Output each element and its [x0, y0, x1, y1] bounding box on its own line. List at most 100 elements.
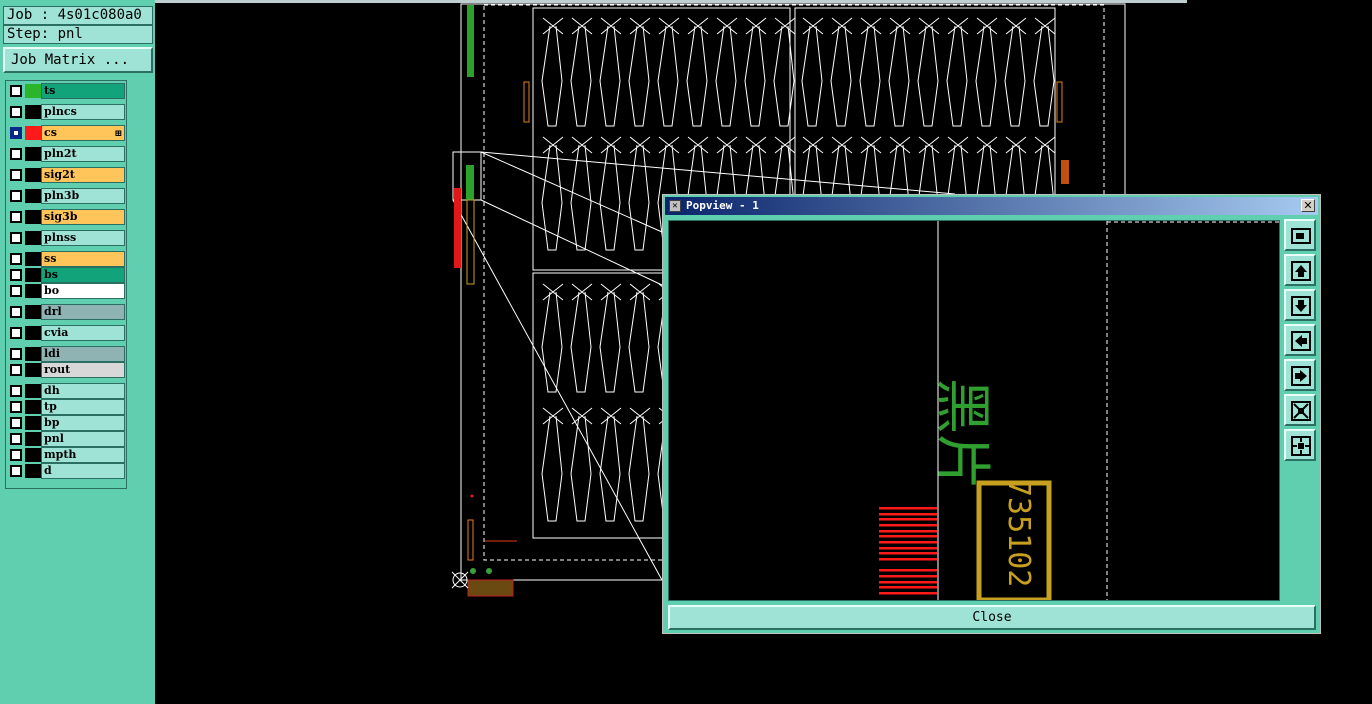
layer-row-bo[interactable]: bo: [8, 283, 126, 299]
layer-name[interactable]: pln2t: [41, 146, 125, 162]
layer-row-drl[interactable]: drl: [8, 304, 126, 320]
layer-name[interactable]: bo: [41, 283, 125, 299]
layer-checkbox[interactable]: [10, 106, 22, 118]
layer-checkbox[interactable]: [10, 417, 22, 429]
layer-row-cvia[interactable]: cvia: [8, 325, 126, 341]
layer-checkbox[interactable]: [10, 253, 22, 265]
layer-color-swatch[interactable]: [25, 326, 41, 340]
layer-color-swatch[interactable]: [25, 384, 41, 398]
layer-checkbox[interactable]: [10, 148, 22, 160]
layer-row-sig3b[interactable]: sig3b: [8, 209, 126, 225]
layer-color-swatch[interactable]: [25, 189, 41, 203]
layer-checkbox[interactable]: [10, 306, 22, 318]
pan-up-button[interactable]: [1284, 254, 1316, 286]
layer-row-ss[interactable]: ss: [8, 251, 126, 267]
layer-color-swatch[interactable]: [25, 168, 41, 182]
layer-row-plnss[interactable]: plnss: [8, 230, 126, 246]
layer-row-pnl[interactable]: pnl: [8, 431, 126, 447]
layer-name[interactable]: cs ⊞: [41, 125, 125, 141]
layer-name[interactable]: sig3b: [41, 209, 125, 225]
layer-name[interactable]: rout: [41, 362, 125, 378]
zoom-out-button[interactable]: [1284, 429, 1316, 461]
pan-down-button[interactable]: [1284, 289, 1316, 321]
layer-name[interactable]: mpth: [41, 447, 125, 463]
layer-name[interactable]: pln3b: [41, 188, 125, 204]
layer-color-swatch[interactable]: [25, 363, 41, 377]
layer-color-swatch[interactable]: [25, 231, 41, 245]
layer-name[interactable]: ss: [41, 251, 125, 267]
layer-checkbox[interactable]: [10, 364, 22, 376]
layer-checkbox[interactable]: [10, 348, 22, 360]
popview-titlebar[interactable]: ✕ Popview - 1 ✕: [665, 197, 1318, 215]
layer-color-swatch[interactable]: [25, 305, 41, 319]
layer-row-ts[interactable]: ts: [8, 83, 126, 99]
pan-left-button[interactable]: [1284, 324, 1316, 356]
layer-name[interactable]: tp: [41, 399, 125, 415]
layer-row-d[interactable]: d: [8, 463, 126, 479]
layer-name[interactable]: d: [41, 463, 125, 479]
layer-name[interactable]: ts: [41, 83, 125, 99]
zoom-in-button[interactable]: [1284, 394, 1316, 426]
layer-checkbox[interactable]: [10, 449, 22, 461]
layer-color-swatch[interactable]: [25, 84, 41, 98]
zoom-in-icon: [1291, 401, 1311, 421]
layer-color-swatch[interactable]: [25, 252, 41, 266]
layer-row-bp[interactable]: bp: [8, 415, 126, 431]
layer-color-swatch[interactable]: [25, 464, 41, 478]
layer-row-plncs[interactable]: plncs: [8, 104, 126, 120]
layer-checkbox[interactable]: [10, 269, 22, 281]
layer-name[interactable]: drl: [41, 304, 125, 320]
layer-name[interactable]: cvia: [41, 325, 125, 341]
layer-color-swatch[interactable]: [25, 416, 41, 430]
layer-row-bs[interactable]: bs: [8, 267, 126, 283]
layer-checkbox[interactable]: [10, 169, 22, 181]
layer-row-ldi[interactable]: ldi: [8, 346, 126, 362]
zoom-window-button[interactable]: [1284, 219, 1316, 251]
close-icon[interactable]: ✕: [1301, 199, 1315, 212]
job-matrix-button[interactable]: Job Matrix ...: [3, 47, 153, 73]
layer-checkbox[interactable]: [10, 433, 22, 445]
layer-checkbox[interactable]: [10, 232, 22, 244]
close-button[interactable]: Close: [668, 605, 1316, 630]
layer-color-swatch[interactable]: [25, 432, 41, 446]
layer-name[interactable]: bp: [41, 415, 125, 431]
pan-right-button[interactable]: [1284, 359, 1316, 391]
layer-color-swatch[interactable]: [25, 147, 41, 161]
layer-row-cs[interactable]: cs ⊞: [8, 125, 126, 141]
layer-checkbox[interactable]: [10, 190, 22, 202]
finger-outline: [859, 25, 881, 127]
layer-color-swatch[interactable]: [25, 448, 41, 462]
layer-name[interactable]: pnl: [41, 431, 125, 447]
layer-color-swatch[interactable]: [25, 400, 41, 414]
layer-checkbox[interactable]: [10, 127, 22, 139]
layer-checkbox[interactable]: [10, 401, 22, 413]
layer-row-pln3b[interactable]: pln3b: [8, 188, 126, 204]
layer-checkbox[interactable]: [10, 85, 22, 97]
layer-row-pln2t[interactable]: pln2t: [8, 146, 126, 162]
layer-checkbox[interactable]: [10, 211, 22, 223]
layer-row-rout[interactable]: rout: [8, 362, 126, 378]
layer-row-mpth[interactable]: mpth: [8, 447, 126, 463]
layer-row-tp[interactable]: tp: [8, 399, 126, 415]
layer-checkbox[interactable]: [10, 385, 22, 397]
layer-color-swatch[interactable]: [25, 268, 41, 282]
layer-name[interactable]: bs: [41, 267, 125, 283]
finger-outline: [1004, 25, 1026, 127]
layer-row-dh[interactable]: dh: [8, 383, 126, 399]
layer-name[interactable]: dh: [41, 383, 125, 399]
layer-checkbox[interactable]: [10, 327, 22, 339]
layer-color-swatch[interactable]: [25, 284, 41, 298]
layer-color-swatch[interactable]: [25, 126, 41, 140]
layer-checkbox[interactable]: [10, 285, 22, 297]
layer-attr-icon: ⊞: [114, 129, 122, 139]
layer-color-swatch[interactable]: [25, 347, 41, 361]
layer-name[interactable]: ldi: [41, 346, 125, 362]
layer-name[interactable]: sig2t: [41, 167, 125, 183]
layer-color-swatch[interactable]: [25, 105, 41, 119]
layer-name[interactable]: plncs: [41, 104, 125, 120]
layer-color-swatch[interactable]: [25, 210, 41, 224]
layer-row-sig2t[interactable]: sig2t: [8, 167, 126, 183]
layer-name[interactable]: plnss: [41, 230, 125, 246]
popview-viewport[interactable]: 黑片 735102: [668, 220, 1280, 601]
layer-checkbox[interactable]: [10, 465, 22, 477]
